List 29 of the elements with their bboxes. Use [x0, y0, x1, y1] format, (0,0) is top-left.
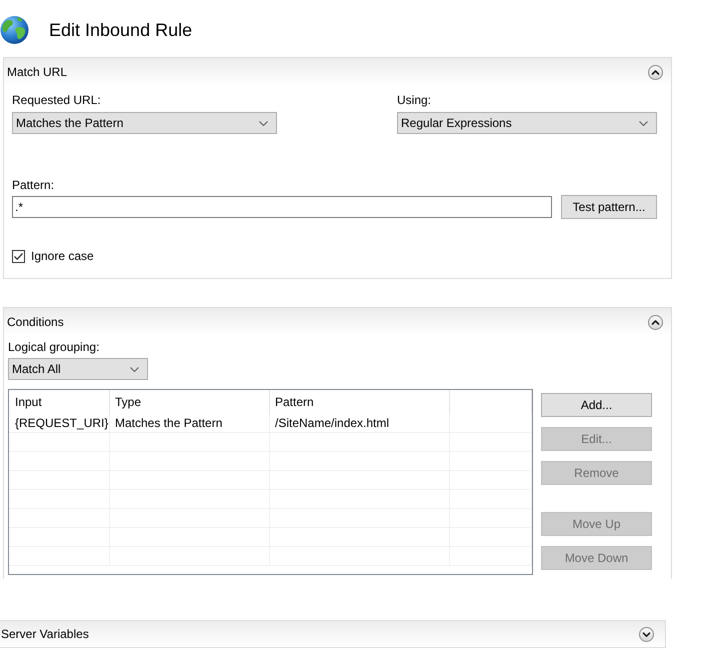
chevron-up-icon[interactable] [648, 314, 663, 330]
pattern-input[interactable]: .* [12, 196, 552, 218]
caret-icon [130, 366, 139, 372]
field-label: Requested URL: [12, 92, 102, 108]
chevron-up-icon[interactable] [648, 64, 663, 80]
logical-grouping-dropdown[interactable]: Match All [8, 358, 148, 380]
column-header[interactable]: Input [9, 390, 110, 414]
using-dropdown[interactable]: Regular Expressions [397, 112, 657, 134]
caret-icon [259, 120, 268, 126]
requested-url-dropdown[interactable]: Matches the Pattern [12, 112, 277, 134]
page-title: Edit Inbound Rule [49, 19, 192, 41]
table-cell: Matches the Pattern [110, 414, 270, 432]
action-button[interactable]: Add... [541, 393, 652, 417]
chevron-down-icon[interactable] [639, 626, 654, 642]
field-label: Pattern: [12, 177, 54, 193]
globe-icon [0, 14, 29, 46]
panel-title: Conditions [7, 314, 64, 330]
panel-title: Match URL [7, 64, 68, 80]
panel-title: Server Variables [1, 626, 89, 642]
caret-icon [639, 120, 648, 126]
checkbox[interactable] [12, 250, 25, 262]
action-button[interactable]: Test pattern... [561, 195, 657, 219]
field-label: Logical grouping: [8, 339, 100, 355]
checkbox-label: Ignore case [31, 248, 94, 264]
table-cell: /SiteName/index.html [270, 414, 450, 432]
column-header[interactable]: Pattern [270, 390, 450, 414]
field-label: Using: [397, 92, 432, 108]
column-header[interactable]: Type [110, 390, 270, 414]
table-cell: {REQUEST_URI} [9, 414, 110, 432]
